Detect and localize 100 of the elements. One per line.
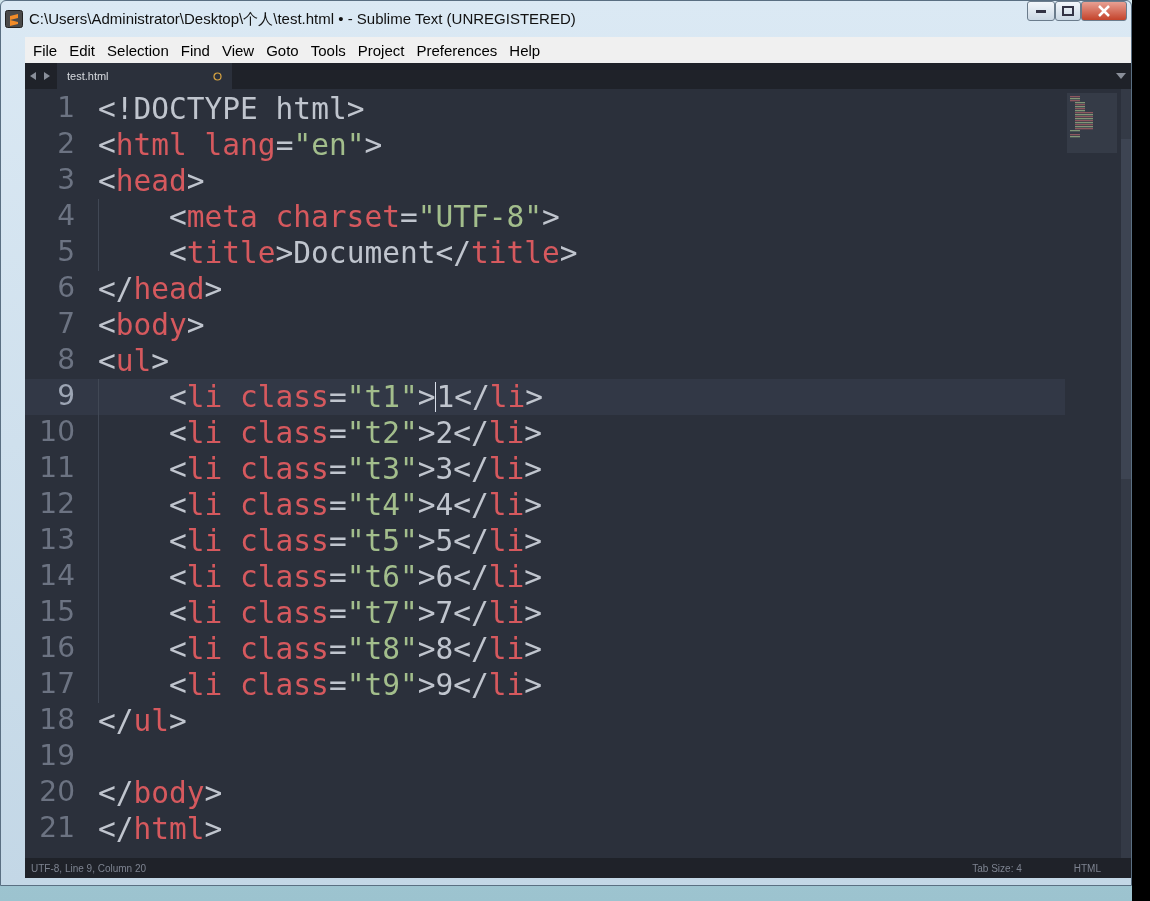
string-literal: "t1" (346, 380, 418, 414)
maximize-icon (1062, 6, 1074, 16)
line-number: 14 (39, 559, 75, 592)
code-text: = (328, 596, 347, 630)
code-text: = (328, 416, 347, 450)
code-text: </ (453, 488, 489, 522)
code-text: </ (435, 236, 471, 270)
code-text: < (98, 344, 116, 378)
code-text: > (204, 812, 223, 846)
minimize-button[interactable] (1027, 1, 1055, 21)
code-text: <!DOCTYPE html> (98, 92, 365, 126)
tag-name: li (489, 380, 526, 414)
code-text: </ (453, 560, 489, 594)
menu-item[interactable]: Find (174, 39, 216, 61)
string-literal: "t6" (346, 560, 418, 594)
code-text: > (524, 560, 543, 594)
tag-name: li (488, 488, 525, 522)
line-number: 16 (39, 631, 75, 664)
code-text: </ (453, 524, 489, 558)
code-text: > (524, 596, 543, 630)
code-text: > (417, 560, 436, 594)
tag-name: ul (133, 704, 170, 738)
tag-name: li (186, 380, 223, 414)
menu-item[interactable]: Edit (63, 39, 102, 61)
code-text: = (399, 200, 418, 234)
code-text: > (204, 272, 223, 306)
line-number: 6 (57, 271, 75, 304)
tag-name: ul (115, 344, 152, 378)
menu-item[interactable]: Tools (304, 39, 352, 61)
code-text: > (559, 236, 578, 270)
menu-item[interactable]: Selection (101, 39, 175, 61)
attribute-name: class (239, 524, 329, 558)
minimize-icon (1036, 9, 1046, 13)
code-text: < (169, 452, 187, 486)
scrollbar[interactable] (1121, 89, 1131, 858)
menu-item[interactable]: Help (503, 39, 547, 61)
code-text: < (169, 524, 187, 558)
tag-name: li (186, 524, 223, 558)
line-number: 9 (57, 379, 75, 412)
code-text: > (417, 416, 436, 450)
code-text: > (524, 524, 543, 558)
close-icon (1098, 5, 1110, 17)
menu-item[interactable]: View (215, 39, 261, 61)
attribute-name: class (239, 416, 329, 450)
menu-item[interactable]: Goto (260, 39, 305, 61)
string-literal: "t2" (346, 416, 418, 450)
menu-item[interactable]: File (27, 39, 64, 61)
tag-name: html (115, 128, 187, 162)
line-number: 10 (39, 415, 75, 448)
dropdown-caret-icon[interactable] (1115, 72, 1127, 80)
code-text: > (525, 380, 544, 414)
tag-name: li (186, 596, 223, 630)
tag-name: li (488, 632, 525, 666)
code-text: > (417, 596, 436, 630)
code-text: > (169, 704, 187, 738)
app-icon (5, 10, 23, 28)
file-tab[interactable]: test.html (57, 63, 232, 89)
menu-item[interactable]: Preferences (410, 39, 504, 61)
line-number: 12 (39, 487, 75, 520)
line-number: 1 (57, 91, 75, 124)
code-text: > (524, 668, 543, 702)
code-text: > (524, 416, 543, 450)
code-text: > (204, 776, 223, 810)
code-text: = (328, 560, 347, 594)
maximize-button[interactable] (1055, 1, 1081, 21)
code-text: 6 (435, 560, 454, 594)
code-text: 8 (435, 632, 454, 666)
line-number: 17 (39, 667, 75, 700)
attribute-name: class (239, 632, 329, 666)
code-text: = (328, 380, 347, 414)
code-text: > (186, 164, 205, 198)
code-text: 3 (435, 452, 454, 486)
status-tab-size[interactable]: Tab Size: 4 (972, 862, 1022, 874)
code-text: < (169, 560, 187, 594)
code-text: = (275, 128, 294, 162)
code-text: < (169, 416, 187, 450)
code-text: 5 (435, 524, 454, 558)
code-text: < (169, 632, 187, 666)
code-text: > (417, 380, 436, 414)
line-number: 13 (39, 523, 75, 556)
tag-name: body (115, 308, 187, 342)
code-text: < (169, 200, 187, 234)
line-number: 3 (57, 163, 75, 196)
tag-name: li (488, 596, 525, 630)
tag-name: meta (186, 200, 258, 234)
attribute-name: class (239, 560, 329, 594)
menu-item[interactable]: Project (351, 39, 411, 61)
code-text: = (328, 632, 347, 666)
code-text: 7 (435, 596, 454, 630)
code-text: < (98, 128, 116, 162)
status-syntax[interactable]: HTML (1073, 862, 1101, 874)
minimap-drawing[interactable] (1067, 93, 1117, 153)
close-button[interactable] (1081, 1, 1127, 21)
tag-name: li (186, 452, 223, 486)
tag-name: body (133, 776, 205, 810)
line-number: 19 (39, 739, 75, 772)
code-text: > (524, 632, 543, 666)
string-literal: "t9" (346, 668, 418, 702)
string-literal: "t3" (346, 452, 418, 486)
string-literal: "t5" (346, 524, 418, 558)
